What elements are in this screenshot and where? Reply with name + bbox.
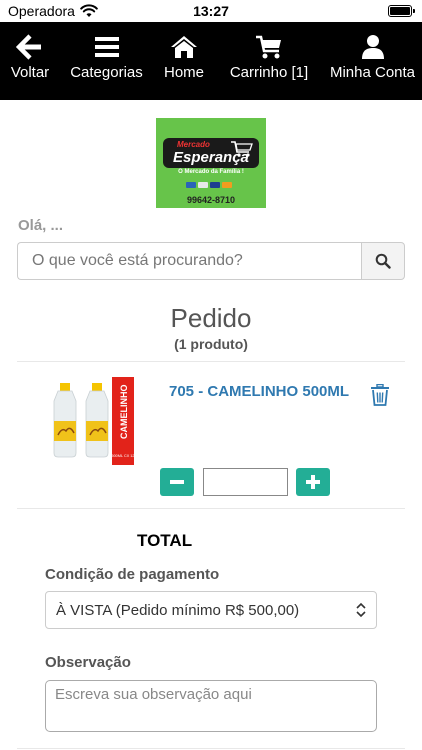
increase-quantity-button[interactable] [296, 468, 330, 496]
logo-brand-box: Mercado Esperança [163, 138, 259, 168]
product-count: (1 produto) [174, 336, 248, 352]
home-icon [171, 36, 197, 58]
menu-icon [94, 37, 119, 57]
plus-icon [306, 475, 320, 489]
payment-cards-icon [186, 182, 232, 188]
notes-textarea[interactable] [45, 680, 377, 732]
divider [17, 748, 405, 749]
quantity-input[interactable] [203, 468, 288, 496]
divider [17, 508, 405, 509]
minus-icon [170, 480, 184, 484]
nav-cart-label: Carrinho [1] [229, 64, 309, 81]
arrow-left-icon [16, 34, 41, 60]
total-label: TOTAL [137, 531, 193, 550]
nav-home[interactable]: Home [153, 22, 215, 100]
search-button[interactable] [361, 242, 405, 280]
status-bar: Operadora 13:27 [0, 0, 422, 22]
store-logo[interactable]: Mercado Esperança O Mercado da Família !… [156, 118, 266, 208]
battery-icon [388, 5, 415, 17]
product-image-label: CAMELINHO [119, 385, 129, 440]
greeting: Olá, ... [18, 217, 64, 234]
decrease-quantity-button[interactable] [160, 468, 194, 496]
nav-home-label: Home [163, 64, 204, 81]
nav-account[interactable]: Minha Conta [323, 22, 422, 100]
nav-cart[interactable]: Carrinho [1] [215, 22, 323, 100]
search-icon [375, 253, 391, 269]
cart-icon [256, 35, 281, 59]
nav-account-label: Minha Conta [329, 64, 416, 81]
product-image-sub: 500ML CX 12 [111, 454, 134, 458]
payment-condition-value: À VISTA (Pedido mínimo R$ 500,00) [56, 601, 300, 619]
nav-categories[interactable]: Categorias [60, 22, 153, 100]
payment-condition-label: Condição de pagamento [45, 566, 220, 583]
user-icon [361, 35, 384, 59]
divider [17, 361, 405, 362]
trash-icon[interactable] [370, 384, 390, 406]
top-nav: Voltar Categorias Home Carrinho [1] Minh… [0, 22, 422, 100]
select-chevron-icon [356, 602, 366, 618]
logo-tagline: O Mercado da Família ! [178, 169, 244, 175]
payment-condition-select[interactable]: À VISTA (Pedido mínimo R$ 500,00) [45, 591, 377, 629]
page-title: Pedido [170, 303, 252, 333]
product-name[interactable]: 705 - CAMELINHO 500ML [169, 380, 355, 403]
notes-label: Observação [45, 654, 131, 671]
product-image[interactable]: CAMELINHO 500ML CX 12 [50, 377, 136, 465]
nav-back[interactable]: Voltar [0, 22, 60, 100]
nav-back-label: Voltar [10, 64, 50, 81]
search-input[interactable] [17, 242, 362, 280]
clock: 13:27 [193, 3, 229, 19]
nav-categories-label: Categorias [70, 64, 143, 81]
logo-top-text: Mercado [177, 140, 210, 149]
logo-phone: 99642-8710 [186, 195, 236, 205]
logo-cart-icon [231, 141, 253, 157]
